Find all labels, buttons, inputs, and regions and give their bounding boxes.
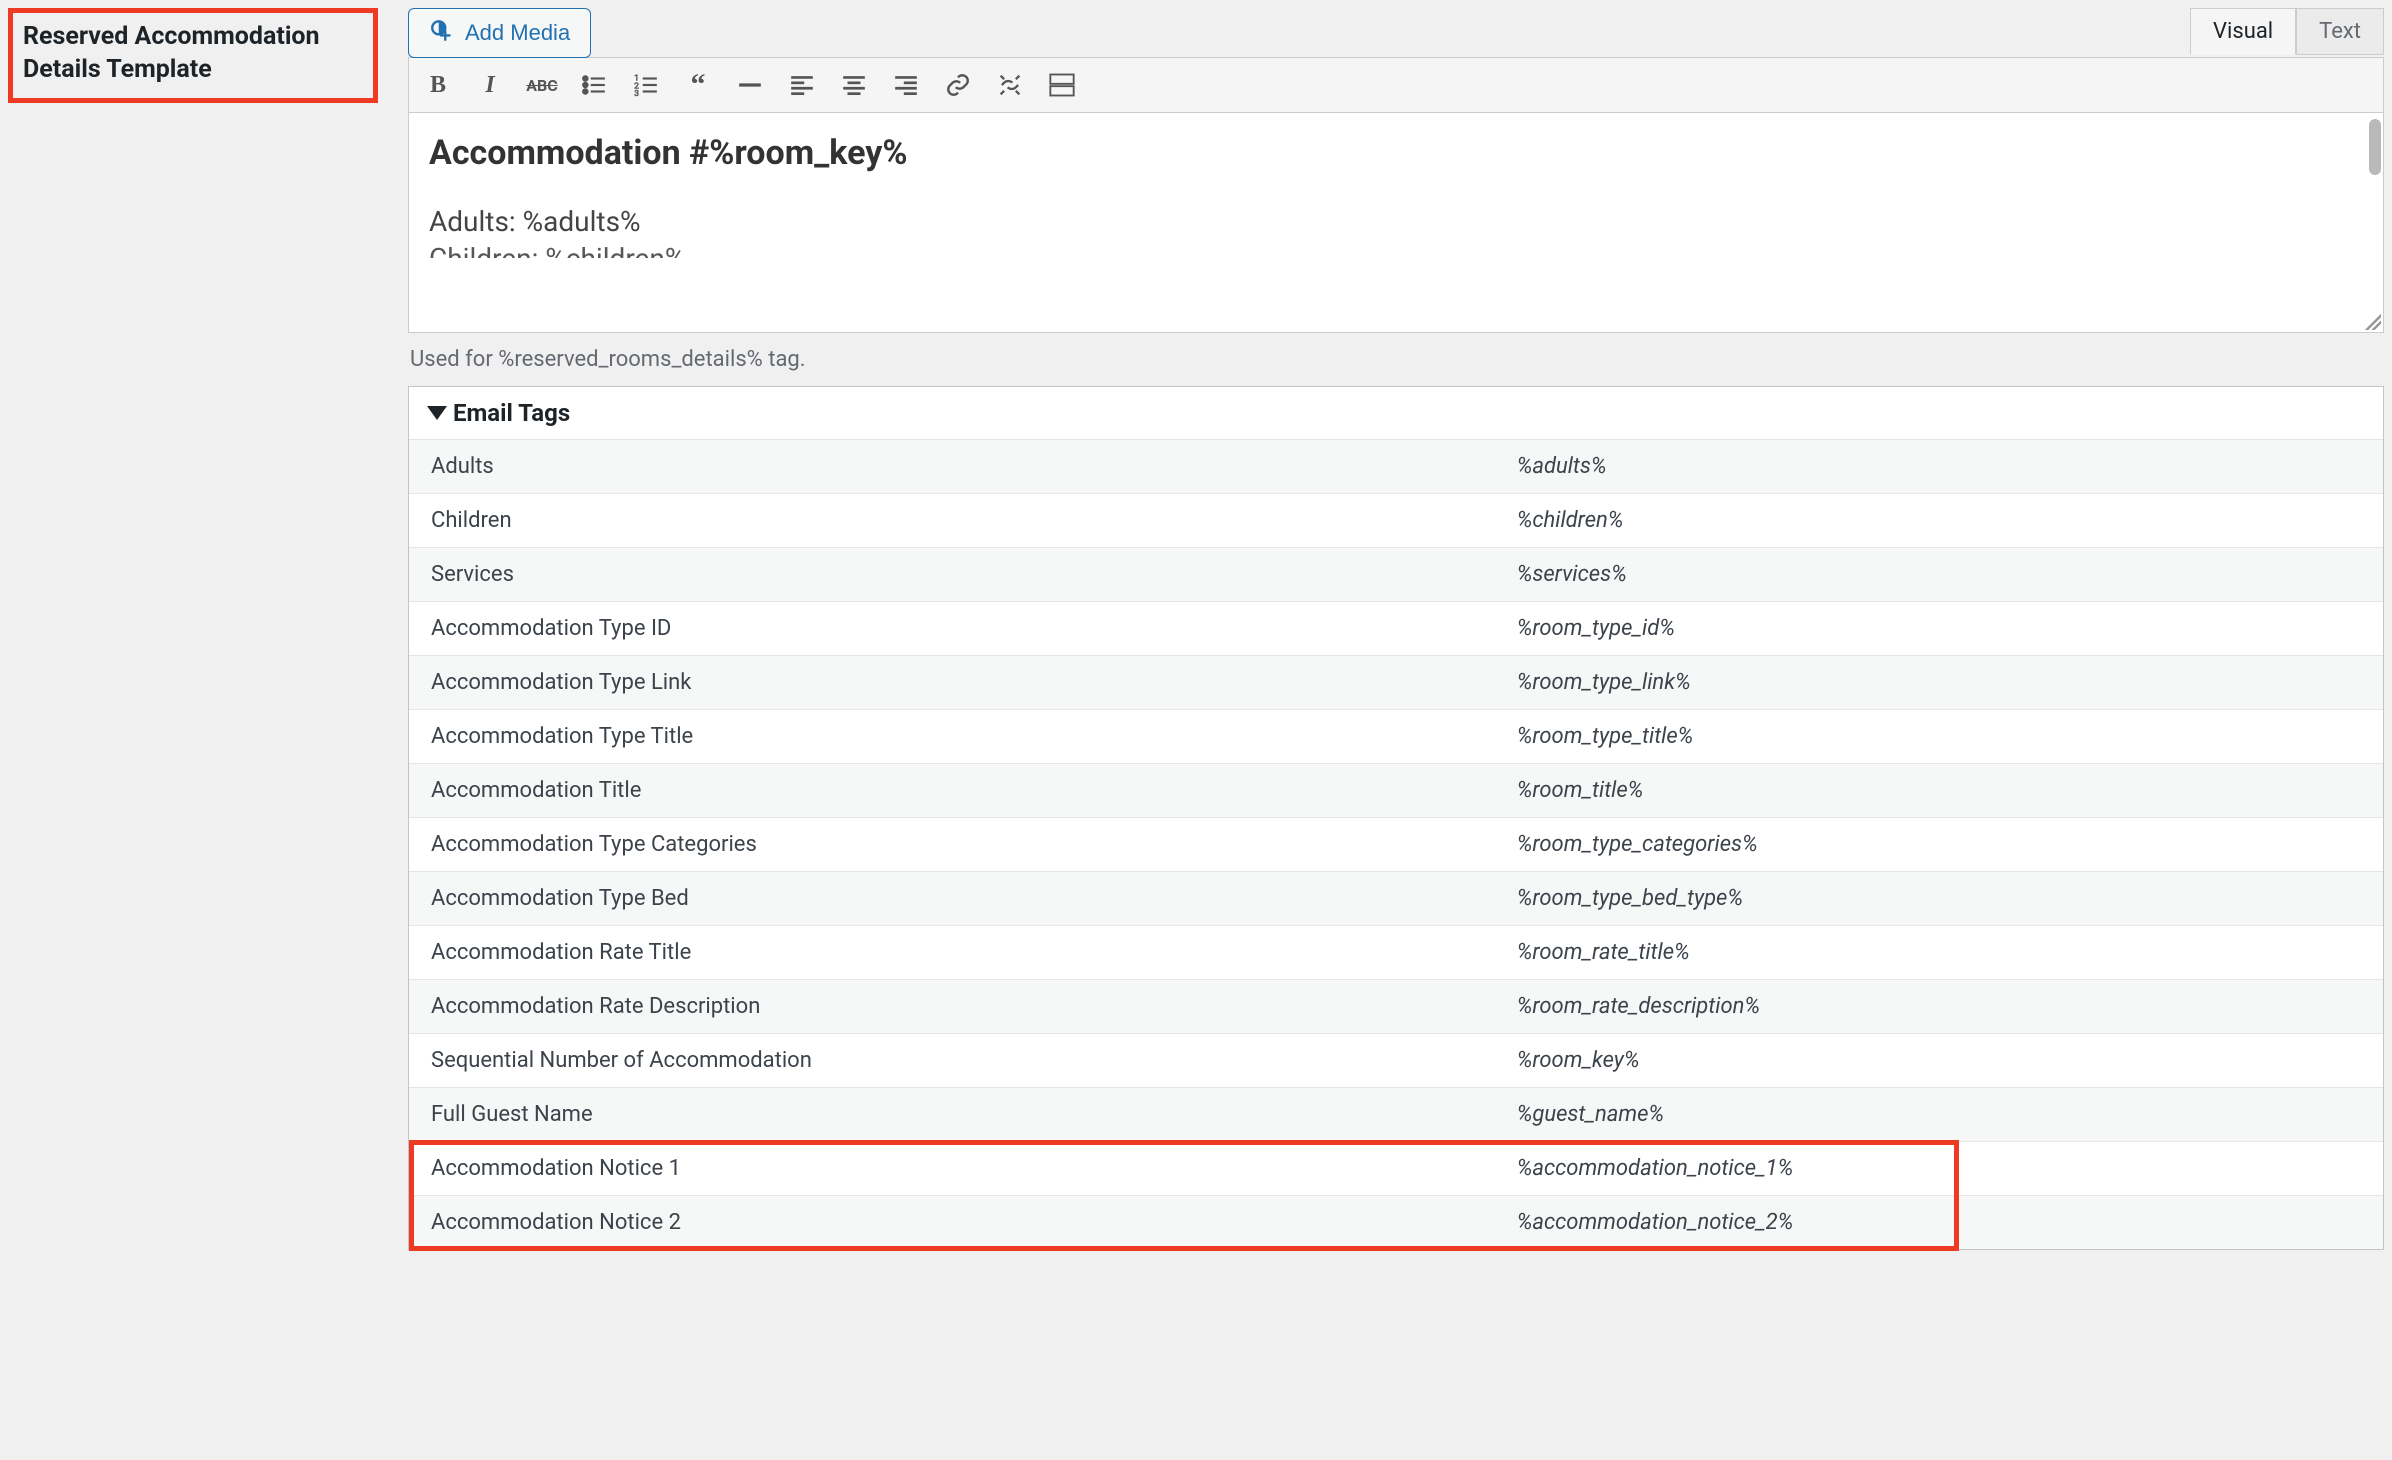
email-tags-panel: Email Tags Adults%adults%Children%childr…: [408, 386, 2384, 1250]
tag-label: Accommodation Type Categories: [409, 818, 1495, 872]
table-row: Accommodation Notice 1%accommodation_not…: [409, 1142, 2383, 1196]
align-center-icon[interactable]: [837, 68, 871, 102]
tag-token: %room_type_categories%: [1495, 818, 2383, 872]
email-tags-summary-label: Email Tags: [453, 399, 570, 427]
editor-line-children: Children: %children%: [429, 242, 2363, 258]
tag-token: %room_title%: [1495, 764, 2383, 818]
media-icon: [429, 17, 455, 49]
tag-label: Accommodation Type Bed: [409, 872, 1495, 926]
bold-icon[interactable]: B: [421, 68, 455, 102]
caret-down-icon: [427, 406, 447, 420]
tag-token: %room_type_id%: [1495, 602, 2383, 656]
tag-label: Accommodation Notice 2: [409, 1196, 1495, 1250]
unlink-icon[interactable]: [993, 68, 1027, 102]
tag-label: Accommodation Rate Title: [409, 926, 1495, 980]
table-row: Sequential Number of Accommodation%room_…: [409, 1034, 2383, 1088]
resize-handle-icon[interactable]: [2365, 314, 2381, 330]
tab-visual[interactable]: Visual: [2190, 8, 2296, 55]
tag-label: Sequential Number of Accommodation: [409, 1034, 1495, 1088]
svg-text:3: 3: [634, 89, 639, 98]
tag-token: %services%: [1495, 548, 2383, 602]
tag-token: %room_key%: [1495, 1034, 2383, 1088]
tag-token: %room_rate_description%: [1495, 980, 2383, 1034]
table-row: Adults%adults%: [409, 440, 2383, 494]
email-tags-table: Adults%adults%Children%children%Services…: [409, 439, 2383, 1249]
link-icon[interactable]: [941, 68, 975, 102]
email-tags-toggle[interactable]: Email Tags: [409, 387, 2383, 439]
scrollbar-thumb[interactable]: [2369, 119, 2381, 175]
tab-text-label: Text: [2319, 19, 2361, 44]
editor-heading: Accommodation #%room_key%: [429, 133, 2363, 173]
tag-token: %accommodation_notice_2%: [1495, 1196, 2383, 1250]
tag-token: %room_type_link%: [1495, 656, 2383, 710]
table-row: Children%children%: [409, 494, 2383, 548]
editor-toolbar: B I ABC 123 “: [408, 57, 2384, 113]
bullet-list-icon[interactable]: [577, 68, 611, 102]
tab-visual-label: Visual: [2213, 19, 2273, 44]
tag-label: Accommodation Notice 1: [409, 1142, 1495, 1196]
tag-label: Adults: [409, 440, 1495, 494]
tag-label: Accommodation Title: [409, 764, 1495, 818]
table-row: Accommodation Title%room_title%: [409, 764, 2383, 818]
align-left-icon[interactable]: [785, 68, 819, 102]
tag-token: %children%: [1495, 494, 2383, 548]
table-row: Accommodation Rate Description%room_rate…: [409, 980, 2383, 1034]
helper-text: Used for %reserved_rooms_details% tag.: [410, 347, 2384, 372]
add-media-label: Add Media: [465, 20, 570, 46]
add-media-button[interactable]: Add Media: [408, 8, 591, 58]
table-row: Accommodation Type ID%room_type_id%: [409, 602, 2383, 656]
table-row: Full Guest Name%guest_name%: [409, 1088, 2383, 1142]
table-row: Accommodation Type Link%room_type_link%: [409, 656, 2383, 710]
table-row: Accommodation Notice 2%accommodation_not…: [409, 1196, 2383, 1250]
table-row: Accommodation Type Bed%room_type_bed_typ…: [409, 872, 2383, 926]
toolbar-toggle-icon[interactable]: [1045, 68, 1079, 102]
tag-token: %room_rate_title%: [1495, 926, 2383, 980]
tag-label: Full Guest Name: [409, 1088, 1495, 1142]
table-row: Services%services%: [409, 548, 2383, 602]
tag-token: %room_type_bed_type%: [1495, 872, 2383, 926]
editor-mode-tabs: Visual Text: [2190, 8, 2384, 55]
tag-label: Children: [409, 494, 1495, 548]
tag-token: %accommodation_notice_1%: [1495, 1142, 2383, 1196]
tab-text[interactable]: Text: [2296, 8, 2384, 55]
tag-token: %adults%: [1495, 440, 2383, 494]
tag-token: %room_type_title%: [1495, 710, 2383, 764]
table-row: Accommodation Type Title%room_type_title…: [409, 710, 2383, 764]
template-title: Reserved Accommodation Details Template: [23, 22, 320, 84]
tag-token: %guest_name%: [1495, 1088, 2383, 1142]
tag-label: Services: [409, 548, 1495, 602]
editor-line-adults: Adults: %adults%: [429, 205, 2363, 238]
strikethrough-icon[interactable]: ABC: [525, 68, 559, 102]
tag-label: Accommodation Rate Description: [409, 980, 1495, 1034]
italic-icon[interactable]: I: [473, 68, 507, 102]
numbered-list-icon[interactable]: 123: [629, 68, 663, 102]
table-row: Accommodation Rate Title%room_rate_title…: [409, 926, 2383, 980]
tag-label: Accommodation Type Link: [409, 656, 1495, 710]
blockquote-icon[interactable]: “: [681, 68, 715, 102]
table-row: Accommodation Type Categories%room_type_…: [409, 818, 2383, 872]
template-title-box: Reserved Accommodation Details Template: [8, 8, 378, 103]
tag-label: Accommodation Type Title: [409, 710, 1495, 764]
editor-content-area[interactable]: Accommodation #%room_key% Adults: %adult…: [408, 113, 2384, 333]
tag-label: Accommodation Type ID: [409, 602, 1495, 656]
align-right-icon[interactable]: [889, 68, 923, 102]
horizontal-rule-icon[interactable]: [733, 68, 767, 102]
